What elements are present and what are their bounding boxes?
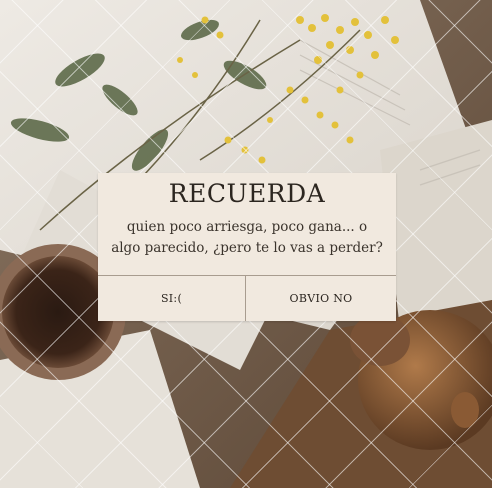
dialog-message: quien poco arriesga, poco gana... o algo… bbox=[108, 217, 386, 259]
no-button[interactable]: OBVIO NO bbox=[246, 276, 396, 321]
dialog-message-line1: quien poco arriesga, poco gana... o bbox=[126, 219, 368, 235]
dialog-title: RECUERDA bbox=[168, 179, 326, 208]
yes-button[interactable]: SI:( bbox=[98, 276, 245, 321]
confirm-dialog: RECUERDA quien poco arriesga, poco gana.… bbox=[98, 173, 396, 321]
screen: RECUERDA quien poco arriesga, poco gana.… bbox=[0, 0, 492, 488]
dialog-message-line2: algo parecido, ¿pero te lo vas a perder? bbox=[111, 240, 383, 256]
